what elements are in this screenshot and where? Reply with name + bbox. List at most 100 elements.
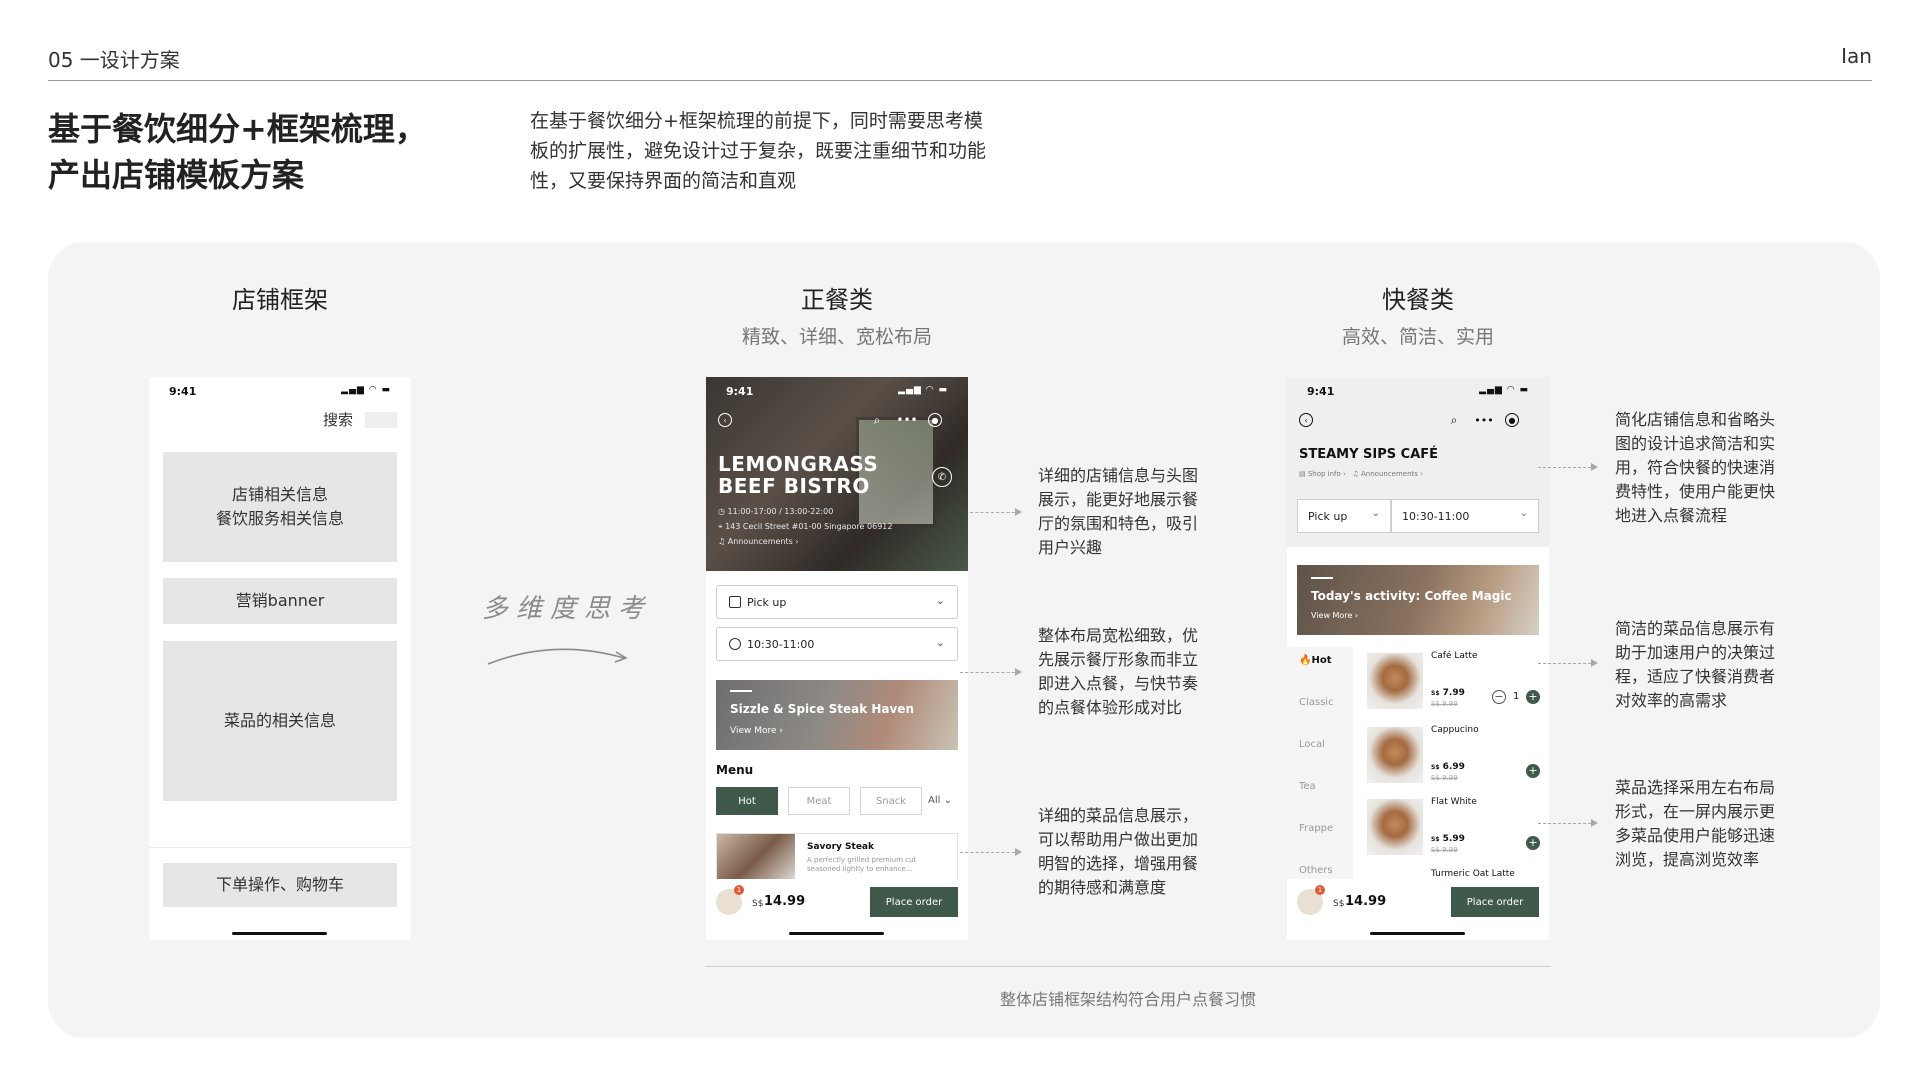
tab-snack[interactable]: Snack <box>860 787 922 815</box>
note-connector-4 <box>1538 463 1598 471</box>
category-tea[interactable]: Tea <box>1299 781 1316 792</box>
column-subtitle-fastfood: 高效、简洁、实用 <box>1341 326 1494 348</box>
wireframe-banner-block: 营销banner <box>163 578 397 624</box>
cafe-info-row: ▤ Shop info › ♫ Announcements › <box>1299 470 1423 478</box>
bistro-hours-text: 11:00-17:00 / 13:00-22:00 <box>727 507 834 516</box>
tab-hot[interactable]: Hot <box>716 787 778 815</box>
home-indicator <box>789 932 884 935</box>
item-price-value: 6.99 <box>1442 762 1465 772</box>
bistro-hours: ◷ 11:00-17:00 / 13:00-22:00 <box>718 507 834 516</box>
cafe-announcements-link[interactable]: Announcements › <box>1361 470 1423 478</box>
footer-divider <box>705 966 1551 967</box>
category-hot[interactable]: 🔥Hot <box>1299 655 1331 666</box>
cart-badge: 1 <box>1315 885 1325 895</box>
note-connector-6 <box>1538 819 1598 827</box>
item-currency: S$ <box>1431 690 1440 697</box>
page-title-line-2: 产出店铺模板方案 <box>48 156 305 194</box>
shop-info-link[interactable]: Shop info › <box>1308 470 1346 478</box>
item-price-value: 7.99 <box>1442 688 1465 698</box>
category-hot-label: Hot <box>1311 655 1332 666</box>
bistro-name-line-1: LEMONGRASS <box>718 452 879 476</box>
item-old-price: S$ 9.99 <box>1431 846 1458 854</box>
cafe-name: STEAMY SIPS CAFÉ <box>1299 447 1439 462</box>
pickup-select[interactable]: Pick up ⌄ <box>1297 499 1391 533</box>
back-icon[interactable]: ‹ <box>1299 413 1313 427</box>
status-time: 9:41 <box>169 385 197 398</box>
category-local[interactable]: Local <box>1299 739 1325 750</box>
author-label: Ian <box>1841 44 1872 68</box>
clock-icon <box>729 638 741 650</box>
banner-link[interactable]: View More › <box>1311 611 1358 620</box>
bistro-note-2: 整体布局宽松细致，优先展示餐厅形象而非立即进入点餐，与快节奏的点餐体验形成对比 <box>1038 626 1199 717</box>
curved-arrow-icon <box>487 648 628 665</box>
decrease-quantity-button[interactable]: − <box>1492 690 1506 704</box>
status-time: 9:41 <box>726 385 754 398</box>
item-name: Cappucino <box>1431 725 1479 735</box>
page-title-line-1: 基于餐饮细分+框架梳理， <box>48 110 427 148</box>
bistro-note-1: 详细的店铺信息与头图展示，能更好地展示餐厅的氛围和特色，吸引用户兴趣 <box>1038 466 1199 557</box>
header-divider <box>48 80 1872 81</box>
search-icon[interactable]: ⌕ <box>1447 413 1461 427</box>
category-others[interactable]: Others <box>1299 865 1333 876</box>
note-connector-5 <box>1538 659 1598 667</box>
intro-text: 在基于餐饮细分+框架梳理的前提下，同时需要思考模板的扩展性，避免设计过于复杂，既… <box>530 110 987 192</box>
pickup-select[interactable]: Pick up ⌄ <box>716 585 958 619</box>
home-indicator <box>1370 932 1465 935</box>
bistro-announcements[interactable]: ♫ Announcements › <box>718 537 799 546</box>
wireframe-store-info-line-2: 餐饮服务相关信息 <box>215 509 344 528</box>
cafe-note-2: 简洁的菜品信息展示有助于加速用户的决策过程，适应了快餐消费者对效率的高需求 <box>1615 619 1776 710</box>
item-price-value: 5.99 <box>1442 834 1465 844</box>
cart-bar: 1 S$ 14.99 Place order <box>706 879 968 929</box>
dish-description: A perfectly grilled premium cut seasoned… <box>807 856 917 873</box>
wireframe-phone: 9:41 ▂▄▆ ◠ ▬ 搜索 店铺相关信息 餐饮服务相关信息 营销banner… <box>149 377 411 940</box>
back-icon[interactable]: ‹ <box>718 413 732 427</box>
place-order-button[interactable]: Place order <box>1451 887 1539 917</box>
add-item-button[interactable]: + <box>1526 690 1540 704</box>
phone-icon[interactable]: ✆ <box>932 467 952 487</box>
time-slot-select[interactable]: 10:30-11:00 ⌄ <box>1391 499 1539 533</box>
tab-meat[interactable]: Meat <box>788 787 850 815</box>
category-classic[interactable]: Classic <box>1299 697 1334 708</box>
cafe-note-1: 简化店铺信息和省略头图的设计追求简洁和实用，符合快餐的快速消费特性，使用户能更快… <box>1615 410 1776 525</box>
page-title: 基于餐饮细分+框架梳理， 产出店铺模板方案 <box>48 106 427 198</box>
menu-heading: Menu <box>716 763 754 777</box>
item-name: Café Latte <box>1431 651 1478 661</box>
cart-badge: 1 <box>734 885 744 895</box>
target-icon[interactable]: ● <box>1505 413 1519 427</box>
banner-accent-line <box>1311 577 1333 579</box>
tab-all-dropdown[interactable]: All ⌄ <box>928 795 952 806</box>
dish-name: Savory Steak <box>807 842 874 852</box>
category-frappe[interactable]: Frappe <box>1299 823 1333 834</box>
bistro-announcements-text: Announcements › <box>727 537 799 546</box>
item-image <box>1367 727 1423 783</box>
item-price: S$ 5.99 <box>1431 834 1465 844</box>
dish-card[interactable]: Savory Steak A perfectly grilled premium… <box>716 833 958 884</box>
item-image <box>1367 653 1423 709</box>
target-icon[interactable]: ● <box>928 413 942 427</box>
column-subtitle-dining: 精致、详细、宽松布局 <box>741 326 932 348</box>
banner-link[interactable]: View More › <box>730 726 783 736</box>
search-icon[interactable]: ⌕ <box>870 413 884 427</box>
more-icon[interactable]: ••• <box>1474 413 1493 427</box>
bistro-name-line-2: BEEF BISTRO <box>718 474 870 498</box>
wireframe-dish-label: 菜品的相关信息 <box>223 711 336 730</box>
add-item-button[interactable]: + <box>1526 764 1540 778</box>
time-slot-select[interactable]: 10:30-11:00 ⌄ <box>716 627 958 661</box>
wireframe-store-info-line-1: 店铺相关信息 <box>231 485 328 504</box>
cart-total: 14.99 <box>764 894 806 909</box>
wireframe-divider <box>149 847 411 848</box>
add-item-button[interactable]: + <box>1526 836 1540 850</box>
bistro-promo-banner[interactable]: Sizzle & Spice Steak Haven View More › <box>716 680 958 750</box>
cart-bar: 1 S$ 14.99 Place order <box>1287 879 1549 929</box>
time-slot-label: 10:30-11:00 <box>747 637 815 651</box>
wireframe-dish-block: 菜品的相关信息 <box>163 641 397 801</box>
status-icons: ▂▄▆ ◠ ▬ <box>898 385 948 395</box>
item-image <box>1367 799 1423 855</box>
cafe-promo-banner[interactable]: Today's activity: Coffee Magic View More… <box>1297 565 1539 635</box>
item-name: Flat White <box>1431 797 1477 807</box>
place-order-button[interactable]: Place order <box>870 887 958 917</box>
currency-label: S$ <box>1333 899 1345 909</box>
bistro-address-text: 143 Cecil Street #01-00 Singapore 06912 <box>725 522 893 531</box>
footer-note: 整体店铺框架结构符合用户点餐习惯 <box>999 990 1256 1009</box>
more-icon[interactable]: ••• <box>896 413 917 427</box>
